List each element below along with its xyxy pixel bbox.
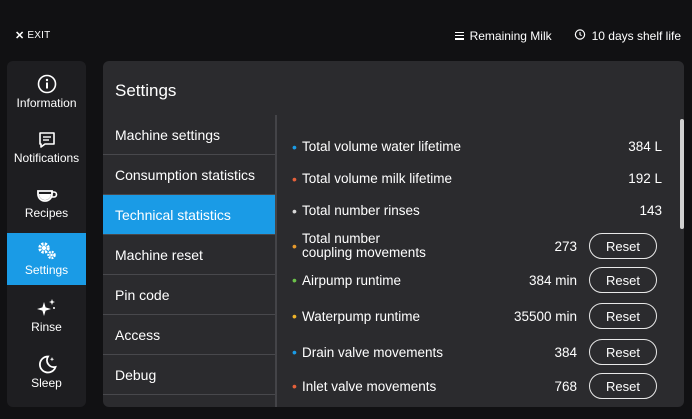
stat-value: 192 L: [628, 171, 662, 186]
menu-item-consumption-statistics[interactable]: Consumption statistics: [103, 155, 275, 195]
sidebar-item-label: Information: [16, 96, 77, 110]
stat-value: 384 L: [628, 139, 662, 154]
sidebar-item-label: Recipes: [24, 206, 69, 220]
timer-icon: [574, 28, 586, 43]
exit-button[interactable]: ✕ EXIT: [15, 29, 50, 42]
shelf-life-indicator: 10 days shelf life: [574, 28, 681, 43]
stat-value: 143: [639, 203, 662, 218]
stat-value: 384: [554, 344, 577, 360]
sidebar-item-information[interactable]: Information: [7, 66, 86, 118]
stat-row-water-volume: • Total volume water lifetime 384 L: [292, 139, 662, 154]
stat-value: 35500 min: [513, 308, 577, 324]
sidebar-item-rinse[interactable]: Rinse: [7, 290, 86, 342]
stat-label: Total volume milk lifetime: [302, 171, 453, 186]
menu-item-machine-settings[interactable]: Machine settings: [103, 115, 275, 155]
reset-button[interactable]: Reset: [589, 373, 657, 399]
sidebar-item-label: Rinse: [31, 320, 62, 334]
info-icon: [37, 74, 57, 94]
stat-row-milk-volume: • Total volume milk lifetime 192 L: [292, 171, 662, 186]
status-area: Remaining Milk 10 days shelf life: [454, 28, 681, 43]
notification-icon: [38, 131, 56, 149]
bullet-dot: •: [292, 170, 297, 187]
sidebar-item-sleep[interactable]: Sleep: [7, 346, 86, 398]
shelf-life-label: 10 days shelf life: [591, 28, 681, 43]
bullet-dot: •: [292, 272, 297, 288]
stat-value: 768: [554, 378, 577, 394]
close-icon: ✕: [15, 30, 25, 42]
gears-icon: [36, 241, 58, 261]
sidebar: Information Notifications Recipes Settin…: [7, 61, 86, 407]
sparkle-icon: [36, 298, 58, 318]
stat-label-line1: Total number: [302, 231, 381, 246]
stat-row-drain-valve: • Drain valve movements 384 Reset: [292, 337, 662, 367]
sidebar-item-label: Sleep: [31, 376, 62, 390]
sidebar-item-settings[interactable]: Settings: [7, 233, 86, 285]
stat-value: 384 min: [528, 272, 577, 288]
reset-button[interactable]: Reset: [589, 303, 657, 329]
sidebar-item-recipes[interactable]: Recipes: [7, 178, 86, 230]
exit-label: EXIT: [27, 30, 51, 41]
bullet-dot: •: [292, 238, 297, 254]
top-bar: ✕ EXIT Remaining Milk 10 days shelf life: [0, 0, 692, 58]
settings-panel: Settings Machine settings Consumption st…: [103, 61, 684, 407]
bullet-dot: •: [292, 308, 297, 324]
bullet-dot: •: [292, 138, 297, 155]
settings-menu: Machine settings Consumption statistics …: [103, 115, 277, 407]
remaining-milk-indicator[interactable]: Remaining Milk: [454, 28, 552, 43]
bullet-dot: •: [292, 202, 297, 219]
stat-row-inlet-valve: • Inlet valve movements 768 Reset: [292, 371, 662, 401]
list-icon: [454, 31, 464, 40]
stat-row-coupling-movements: • Total number coupling movements 273 Res…: [292, 229, 662, 263]
moon-icon: [36, 354, 58, 374]
page-title: Settings: [115, 81, 177, 100]
menu-item-pin-code[interactable]: Pin code: [103, 275, 275, 315]
sidebar-item-label: Notifications: [13, 151, 80, 165]
sidebar-item-notifications[interactable]: Notifications: [7, 122, 86, 174]
stat-value: 273: [554, 238, 577, 254]
sidebar-item-label: Settings: [24, 263, 69, 277]
reset-button[interactable]: Reset: [589, 339, 657, 365]
stat-label: Total volume water lifetime: [302, 139, 462, 154]
stat-row-waterpump-runtime: • Waterpump runtime 35500 min Reset: [292, 301, 662, 331]
reset-button[interactable]: Reset: [589, 233, 657, 259]
bullet-dot: •: [292, 344, 297, 360]
technical-statistics-list: • Total volume water lifetime 384 L • To…: [278, 115, 684, 407]
menu-item-technical-statistics[interactable]: Technical statistics: [103, 195, 275, 235]
menu-item-access[interactable]: Access: [103, 315, 275, 355]
menu-item-machine-reset[interactable]: Machine reset: [103, 235, 275, 275]
remaining-milk-label: Remaining Milk: [469, 28, 552, 43]
bullet-dot: •: [292, 378, 297, 394]
reset-button[interactable]: Reset: [589, 267, 657, 293]
cup-icon: [36, 188, 58, 204]
scrollbar[interactable]: [680, 119, 684, 229]
stat-label-line2: coupling movements: [302, 245, 426, 260]
stat-row-rinses: • Total number rinses 143: [292, 203, 662, 218]
stat-label: Total number rinses: [302, 203, 420, 218]
menu-item-debug[interactable]: Debug: [103, 355, 275, 395]
stat-row-airpump-runtime: • Airpump runtime 384 min Reset: [292, 265, 662, 295]
